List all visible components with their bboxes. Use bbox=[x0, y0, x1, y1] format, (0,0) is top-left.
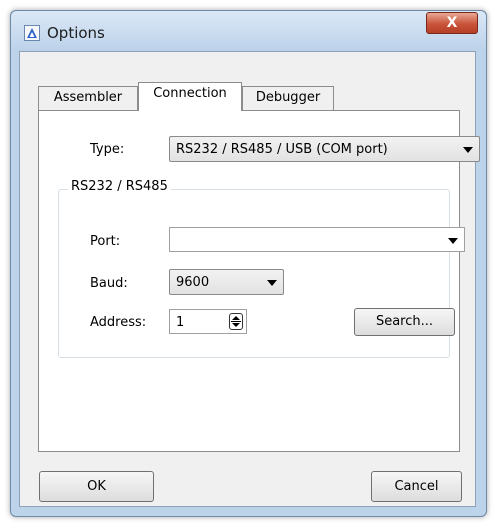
options-app-icon bbox=[24, 25, 40, 41]
options-dialog: Options X Assembler Connection Debugger … bbox=[10, 10, 487, 517]
title-bar[interactable]: Options X bbox=[11, 11, 486, 51]
tab-connection-label: Connection bbox=[153, 86, 227, 101]
cancel-button[interactable]: Cancel bbox=[371, 471, 462, 502]
window-title: Options bbox=[47, 24, 105, 42]
dialog-client-area: Assembler Connection Debugger Type: RS23… bbox=[19, 51, 480, 507]
ok-button-label: OK bbox=[87, 479, 106, 494]
address-value: 1 bbox=[176, 315, 185, 330]
search-button[interactable]: Search... bbox=[354, 308, 455, 336]
close-button[interactable]: X bbox=[426, 12, 478, 34]
tab-connection[interactable]: Connection bbox=[138, 82, 242, 111]
chevron-down-icon bbox=[448, 238, 458, 244]
type-label: Type: bbox=[90, 142, 125, 157]
up-down-spinner-icon[interactable] bbox=[229, 313, 243, 330]
tab-assembler[interactable]: Assembler bbox=[38, 86, 138, 110]
tab-debugger[interactable]: Debugger bbox=[242, 86, 334, 110]
rs232-rs485-group-label: RS232 / RS485 bbox=[68, 179, 171, 194]
baud-select[interactable]: 9600 bbox=[169, 269, 284, 295]
tab-assembler-label: Assembler bbox=[53, 90, 123, 105]
address-label: Address: bbox=[90, 315, 147, 330]
ok-button[interactable]: OK bbox=[39, 471, 154, 502]
chevron-down-icon bbox=[267, 280, 277, 286]
close-icon: X bbox=[446, 15, 458, 31]
type-select[interactable]: RS232 / RS485 / USB (COM port) bbox=[169, 136, 480, 162]
tab-debugger-label: Debugger bbox=[255, 90, 321, 105]
cancel-button-label: Cancel bbox=[394, 479, 439, 494]
port-label: Port: bbox=[90, 234, 121, 249]
baud-select-value: 9600 bbox=[176, 275, 210, 290]
type-select-value: RS232 / RS485 / USB (COM port) bbox=[176, 142, 388, 157]
search-button-label: Search... bbox=[375, 314, 434, 329]
address-spinner-field[interactable]: 1 bbox=[169, 309, 247, 334]
chevron-down-icon bbox=[463, 147, 473, 153]
port-select[interactable] bbox=[169, 227, 465, 252]
baud-label: Baud: bbox=[90, 276, 128, 291]
